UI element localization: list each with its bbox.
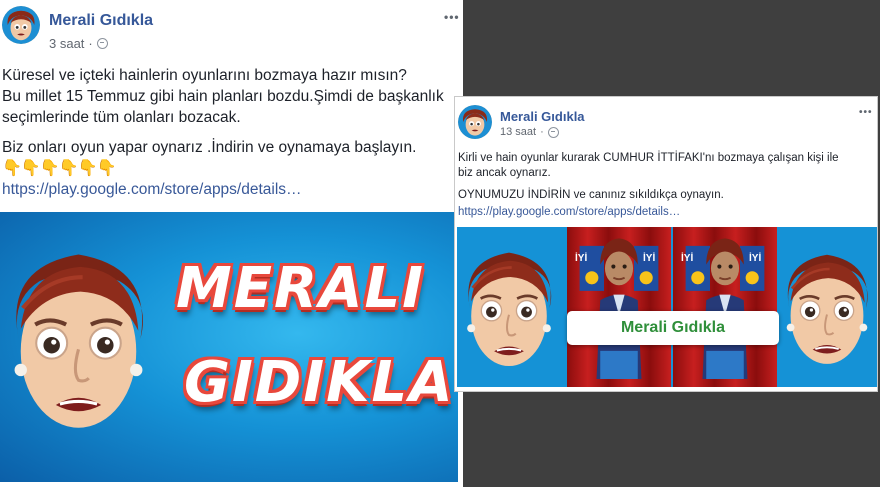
author-avatar[interactable] xyxy=(2,6,40,44)
banner-face-panel-right xyxy=(779,227,877,387)
banner-logo-line1: MERALI xyxy=(176,256,425,321)
post-text-line: OYNUMUZU İNDİRİN ve canınız sıkıldıkça o… xyxy=(458,189,724,201)
author-name[interactable]: Merali Gıdıkla xyxy=(500,109,585,124)
banner-character-panel: İYİ İYİ xyxy=(567,227,671,387)
banner-logo-line2: GIDIKLA xyxy=(184,350,455,415)
author-avatar[interactable] xyxy=(458,105,492,139)
game-banner-image[interactable]: İYİ İYİ İYİ İYİ Merali Gıdıkla xyxy=(457,227,877,387)
post-meta: 13 saat · xyxy=(500,126,559,138)
post-text-line: Küresel ve içteki hainlerin oyunlarını b… xyxy=(2,67,407,84)
post-time[interactable]: 13 saat xyxy=(500,126,536,138)
character-icon xyxy=(673,229,777,379)
post-second: Merali Gıdıkla 13 saat · ••• Kirli ve ha… xyxy=(454,96,878,392)
post-link[interactable]: https://play.google.com/store/apps/detai… xyxy=(2,181,302,199)
avatar-face-icon xyxy=(2,6,40,44)
game-banner-image[interactable]: MERALI GIDIKLA xyxy=(0,212,458,482)
globe-icon xyxy=(96,38,108,49)
pointing-down-emoji-row: 👇👇👇👇👇👇 xyxy=(2,160,117,177)
character-icon xyxy=(567,229,671,379)
post-link[interactable]: https://play.google.com/store/apps/detai… xyxy=(458,206,680,218)
avatar-face-icon xyxy=(458,105,492,139)
meta-separator: · xyxy=(540,126,544,138)
post-time[interactable]: 3 saat xyxy=(49,36,84,51)
meta-separator: · xyxy=(88,36,93,51)
post-text-line: Biz onları oyun yapar oynarız .İndirin v… xyxy=(2,139,417,156)
cartoon-face-icon xyxy=(0,224,161,454)
game-title-card: Merali Gıdıkla xyxy=(567,311,779,345)
party-flag-label: İYİ xyxy=(575,253,588,264)
post-main: Merali Gıdıkla 3 saat · ••• Küresel ve i… xyxy=(0,0,463,487)
banner-face-panel-left xyxy=(457,227,565,387)
cartoon-face-icon xyxy=(457,233,563,383)
more-options-icon[interactable]: ••• xyxy=(859,107,873,118)
cartoon-face-icon xyxy=(779,233,877,383)
party-flag-label: İYİ xyxy=(681,253,694,264)
more-options-icon[interactable]: ••• xyxy=(444,10,460,24)
post-text-line: biz ancak oynarız. xyxy=(458,167,551,179)
post-text-line: Kirli ve hain oyunlar kurarak CUMHUR İTT… xyxy=(458,152,839,164)
globe-icon xyxy=(547,126,559,138)
post-text-line: seçimlerinde tüm olanları bozacak. xyxy=(2,109,241,126)
party-flag-label: İYİ xyxy=(749,253,762,264)
author-name[interactable]: Merali Gıdıkla xyxy=(49,12,153,30)
post-text-line: Bu millet 15 Temmuz gibi hain planları b… xyxy=(2,88,444,105)
post-meta: 3 saat · xyxy=(49,36,108,51)
banner-character-panel: İYİ İYİ xyxy=(673,227,777,387)
party-flag-label: İYİ xyxy=(643,253,656,264)
